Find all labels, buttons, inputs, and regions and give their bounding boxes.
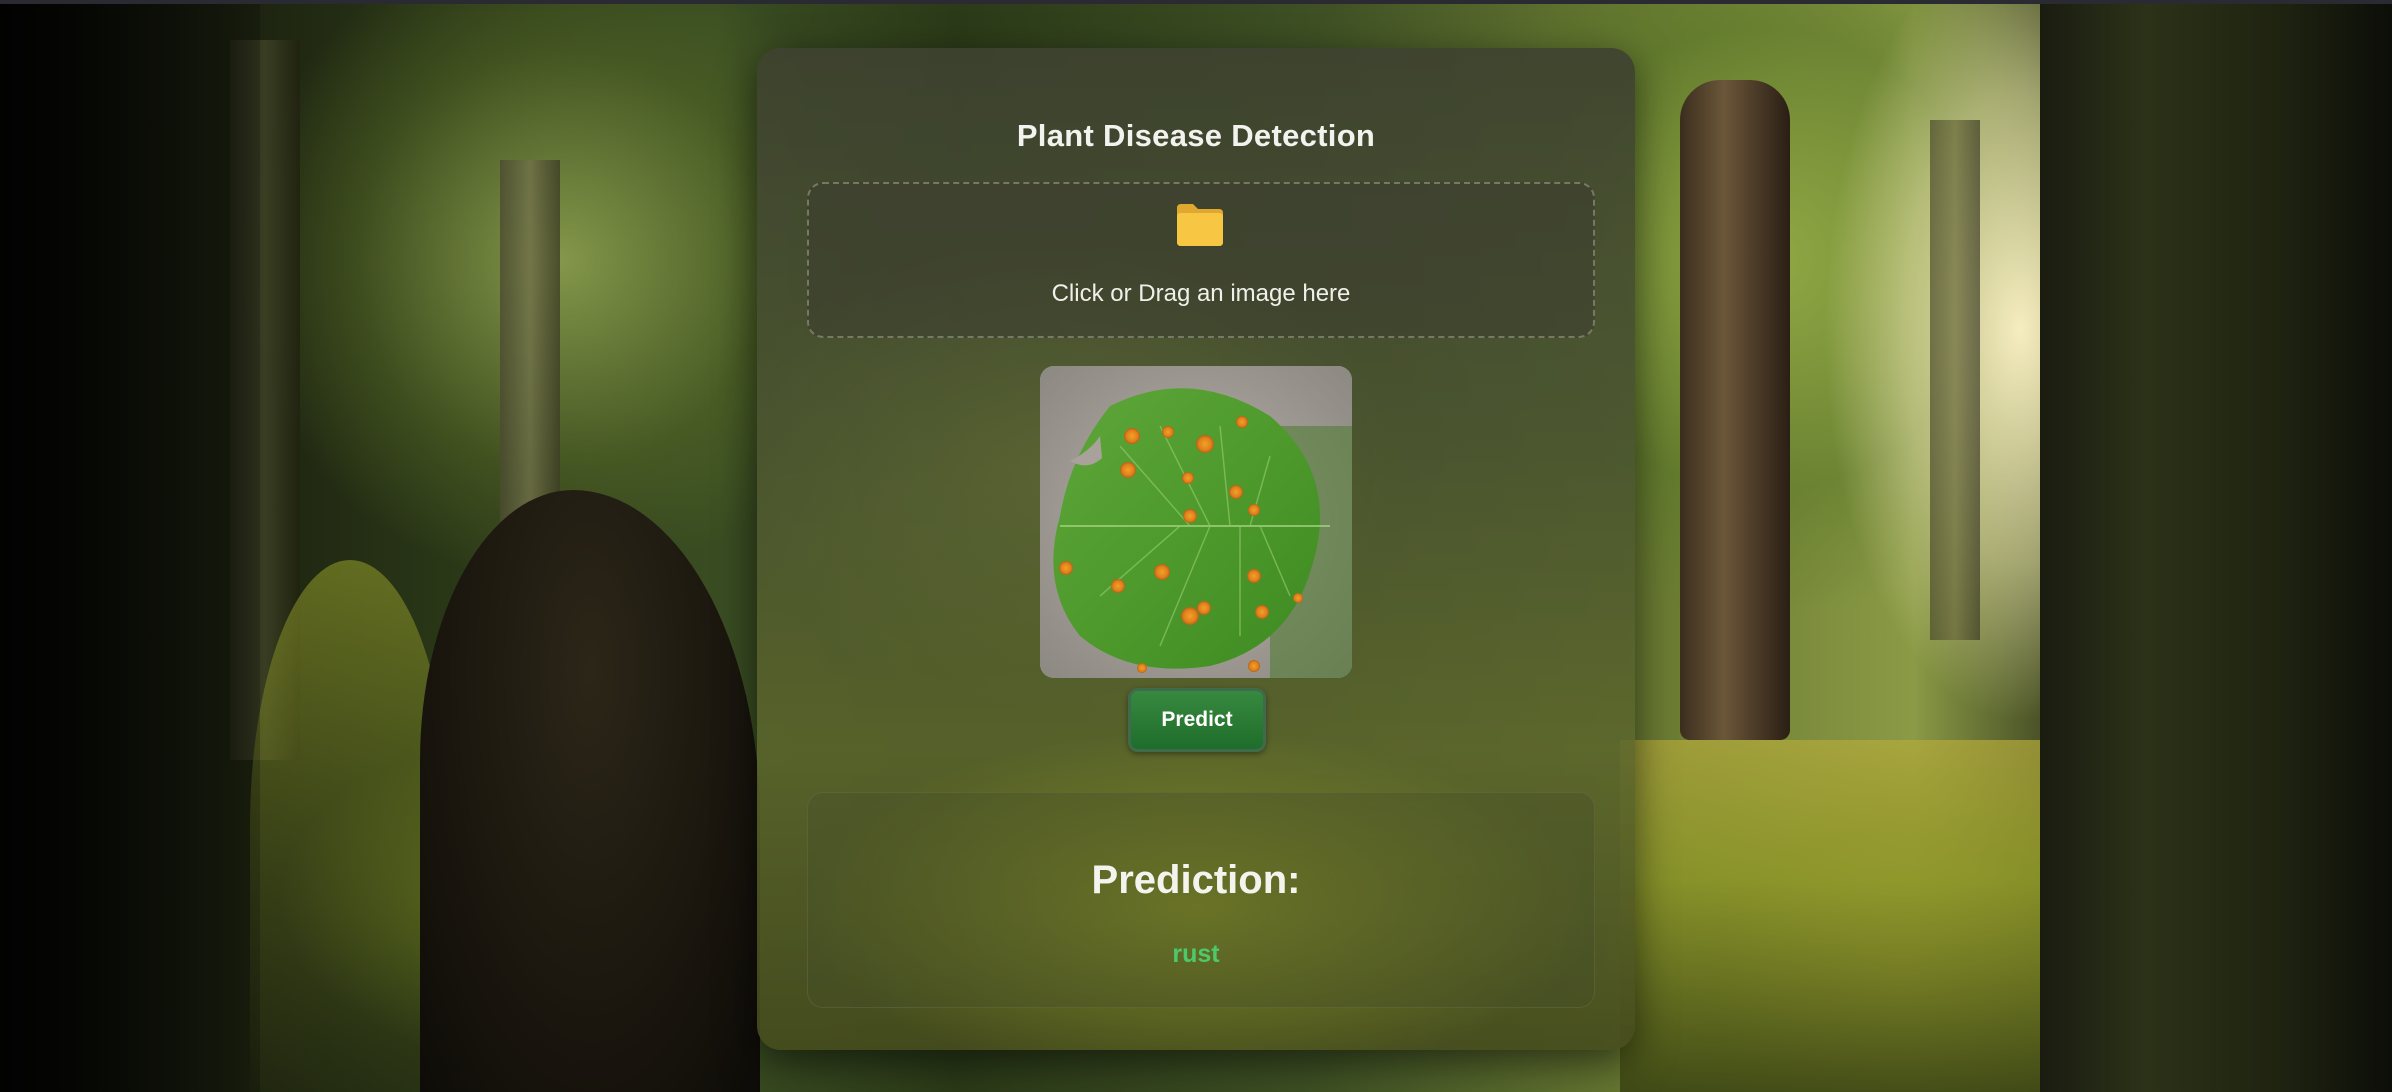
shadow-overlay [0,0,260,1092]
tree-trunk [1930,120,1980,640]
tree-trunk [1680,80,1790,740]
image-dropzone[interactable]: Click or Drag an image here [807,182,1595,338]
leaf-image [1040,366,1352,678]
page-background: Plant Disease Detection Click or Drag an… [0,0,2392,1092]
detection-card: Plant Disease Detection Click or Drag an… [757,48,1635,1050]
top-edge [0,0,2392,4]
uploaded-image-preview [1040,366,1352,678]
prediction-heading: Prediction: [1091,858,1301,902]
dropzone-label: Click or Drag an image here [1051,280,1351,307]
page-title: Plant Disease Detection [1016,118,1376,153]
predict-button[interactable]: Predict [1128,688,1266,752]
prediction-value: rust [1172,940,1220,968]
folder-icon [1177,204,1223,246]
tree-trunk [2040,0,2392,1092]
sunlit-ground [1620,740,2040,1092]
